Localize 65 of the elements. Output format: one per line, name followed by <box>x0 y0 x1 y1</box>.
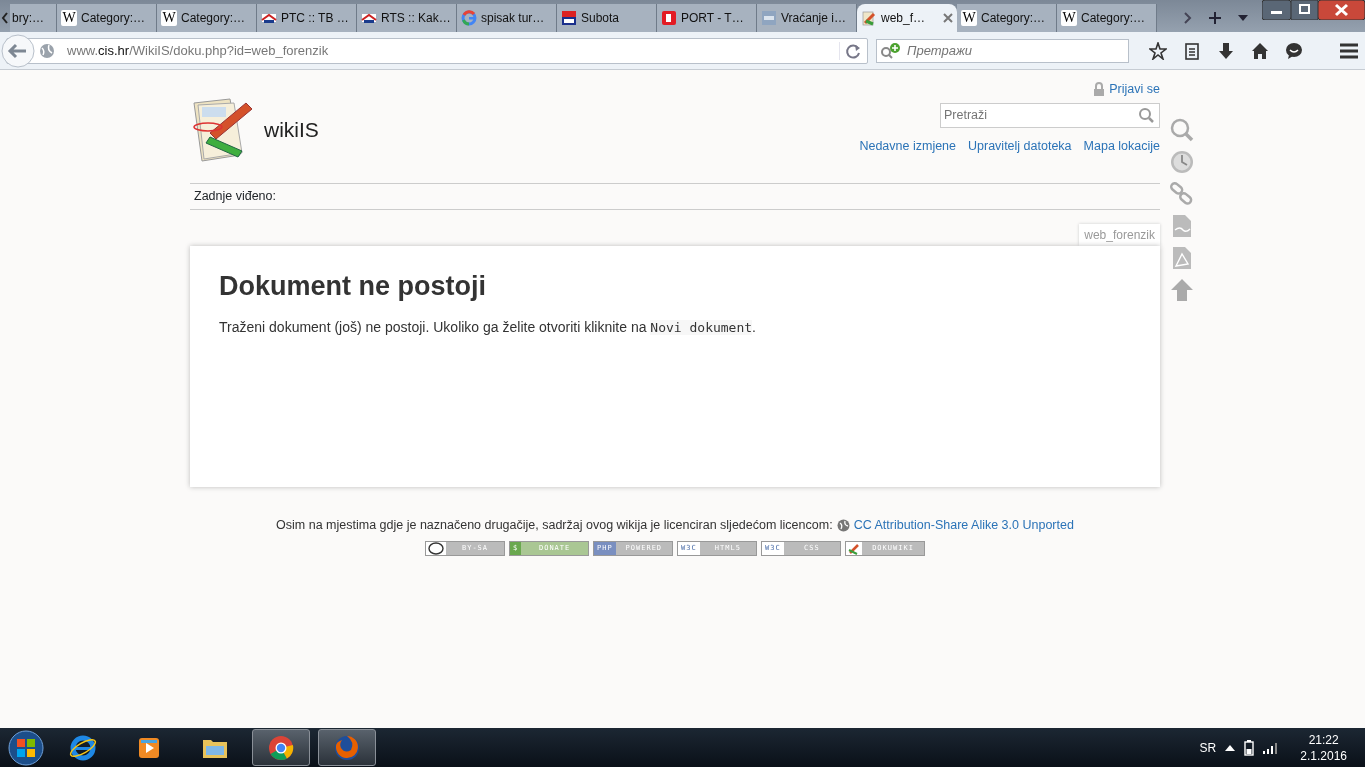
wikipedia-favicon-icon: W <box>961 10 977 26</box>
chrome-browser-icon <box>267 733 295 762</box>
start-button[interactable] <box>6 729 46 766</box>
close-icon[interactable] <box>943 13 953 23</box>
browser-tab[interactable]: W Category:… <box>57 4 157 32</box>
reading-list-icon[interactable] <box>1183 41 1201 60</box>
home-icon[interactable] <box>1251 41 1269 60</box>
clock-icon[interactable] <box>1170 150 1194 174</box>
language-indicator[interactable]: SR <box>1199 738 1217 757</box>
browser-tab[interactable]: RTS :: Kak… <box>357 4 457 32</box>
browser-icon <box>69 733 97 762</box>
back-button[interactable] <box>1 33 35 68</box>
download-icon[interactable] <box>1217 41 1235 60</box>
login-link[interactable]: Prijavi se <box>1109 80 1160 99</box>
wikipedia-favicon-icon: W <box>161 10 177 26</box>
search-icon <box>880 42 902 59</box>
wikipedia-favicon-icon: W <box>61 10 77 26</box>
site-favicon-icon <box>761 10 777 26</box>
nav-link[interactable]: Mapa lokacije <box>1083 136 1160 156</box>
globe-icon <box>836 518 850 532</box>
browser-tab[interactable]: Vraćanje i… <box>757 4 857 32</box>
site-title[interactable]: wikiIS <box>264 114 319 146</box>
chat-icon[interactable] <box>1285 41 1303 60</box>
browser-tab[interactable]: W Category:… <box>957 4 1057 32</box>
browser-tab[interactable]: bry:… <box>10 4 57 32</box>
breadcrumb-label: Zadnje viđeno: <box>194 189 276 203</box>
wiki-search-field[interactable]: Pretraži <box>940 102 1160 128</box>
browser-tab[interactable]: spisak tur… <box>457 4 557 32</box>
site-favicon-icon <box>561 10 577 26</box>
maximize-button[interactable] <box>1291 0 1318 20</box>
cc-logo-icon <box>426 541 446 555</box>
dropdown-icon[interactable] <box>1238 15 1248 21</box>
scroll-right-icon[interactable] <box>1182 11 1192 25</box>
site-favicon-icon <box>661 10 677 26</box>
search-field[interactable]: Претражи <box>876 38 1129 63</box>
page-heading: Dokument ne postoji <box>219 269 487 303</box>
chrome-browser-taskbar-button[interactable] <box>252 729 310 766</box>
dokuwiki-logo-icon <box>846 541 862 555</box>
nav-link[interactable]: Nedavne izmjene <box>859 136 957 156</box>
license-link[interactable]: CC Attribution-Share Alike 3.0 Unported <box>853 515 1074 535</box>
browser-tab[interactable]: web_f… <box>857 4 957 32</box>
license-text: Osim na mjestima gdje je naznačeno drugačije, sadržaj ovog wikija je licenciran sljedećom licencom: <box>276 516 833 534</box>
message-text: Traženi dokument (još) ne postoji. Ukoliko ga želite otvoriti kliknite na Novi dokument. <box>219 318 757 338</box>
close-window-button[interactable] <box>1318 0 1365 20</box>
browser-tab[interactable]: PORT - T… <box>657 4 757 32</box>
star-icon[interactable] <box>1149 41 1167 60</box>
wikipedia-favicon-icon: W <box>1061 10 1077 26</box>
new-tab-icon[interactable] <box>1208 11 1222 25</box>
page-id-label: web_forenzik <box>1079 223 1160 246</box>
site-favicon-icon <box>861 10 877 26</box>
firefox-browser-taskbar-button[interactable] <box>318 729 376 766</box>
browser-tab[interactable]: W Category:… <box>157 4 257 32</box>
clock-time[interactable]: 21:22 <box>1308 731 1339 748</box>
minimize-button[interactable] <box>1262 0 1291 20</box>
clock-date[interactable]: 2.1.2016 <box>1300 747 1347 764</box>
browser-tab[interactable]: PTC :: TB … <box>257 4 357 32</box>
lock-icon <box>1093 82 1106 97</box>
google-favicon-icon <box>461 10 477 26</box>
firefox-browser-icon <box>333 733 361 762</box>
nav-link[interactable]: Upravitelj datoteka <box>968 136 1072 156</box>
signal-icon[interactable] <box>1262 741 1279 754</box>
browser-tab[interactable]: Subota <box>557 4 657 32</box>
battery-icon[interactable] <box>1244 739 1255 756</box>
menu-icon[interactable] <box>1339 41 1359 60</box>
browser-tab[interactable]: W Category:… <box>1057 4 1157 32</box>
